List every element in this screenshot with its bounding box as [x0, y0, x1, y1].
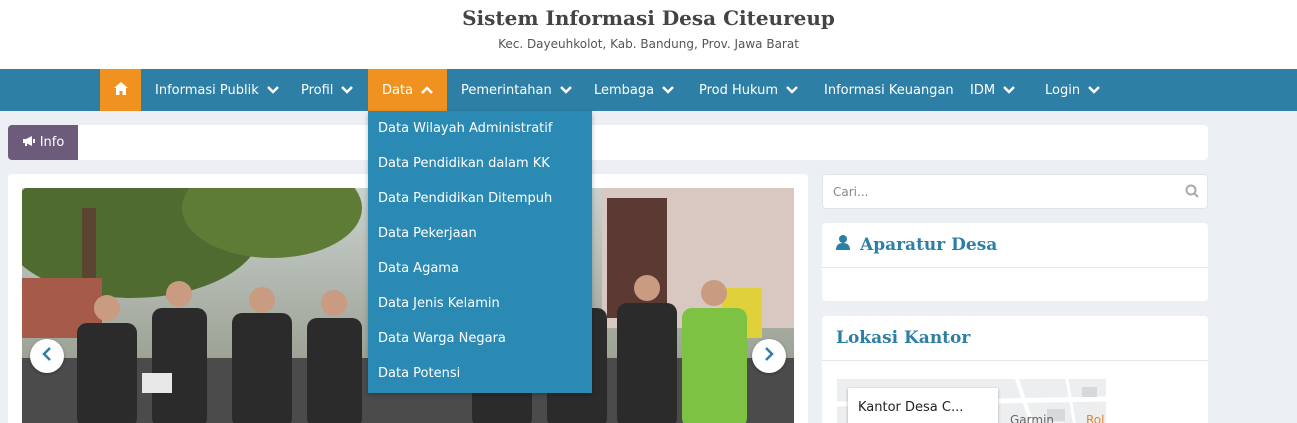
- nav-login[interactable]: Login: [1045, 69, 1100, 111]
- nav-profil[interactable]: Profil: [301, 69, 354, 111]
- dropdown-item-warga-negara[interactable]: Data Warga Negara: [378, 329, 506, 349]
- search-input[interactable]: [823, 175, 1173, 208]
- nav-prod-hukum[interactable]: Prod Hukum: [699, 69, 798, 111]
- map-road-label: Rol: [1086, 413, 1105, 423]
- dropdown-item-jenis-kelamin[interactable]: Data Jenis Kelamin: [378, 294, 500, 314]
- nav-informasi-keuangan[interactable]: Informasi Keuangan: [824, 69, 954, 111]
- lokasi-title: Lokasi Kantor: [836, 328, 971, 348]
- nav-pemerintahan[interactable]: Pemerintahan: [461, 69, 572, 111]
- info-label: Info: [39, 135, 65, 150]
- nav-label: Informasi Publik: [155, 82, 259, 98]
- dropdown-item-agama[interactable]: Data Agama: [378, 259, 459, 279]
- chevron-down-icon: [786, 86, 798, 94]
- chevron-down-icon: [1003, 86, 1015, 94]
- nav-lembaga[interactable]: Lembaga: [594, 69, 675, 111]
- site-title: Sistem Informasi Desa Citeureup: [462, 6, 835, 30]
- chevron-down-icon: [1088, 86, 1100, 94]
- nav-home-button[interactable]: [100, 69, 141, 111]
- map-card-title: Kantor Desa C...: [858, 400, 964, 415]
- info-ticker-bar: Info: [8, 125, 1208, 160]
- nav-label: Login: [1045, 82, 1081, 98]
- chevron-down-icon: [266, 86, 279, 94]
- nav-label: Prod Hukum: [699, 82, 779, 98]
- nav-label: Pemerintahan: [461, 82, 552, 98]
- search-box: [822, 174, 1208, 209]
- bullhorn-icon: [22, 135, 36, 151]
- chevron-down-icon: [559, 86, 572, 94]
- chevron-down-icon: [341, 86, 354, 94]
- dropdown-item-wilayah[interactable]: Data Wilayah Administratif: [378, 119, 552, 139]
- main-navbar: Informasi Publik Profil Data Pemerintaha…: [0, 69, 1297, 111]
- chevron-down-icon: [662, 86, 675, 94]
- chevron-left-icon: [42, 346, 52, 366]
- nav-label: Informasi Keuangan: [824, 82, 954, 98]
- search-icon[interactable]: [1185, 184, 1199, 203]
- nav-informasi-publik[interactable]: Informasi Publik: [155, 69, 279, 111]
- user-icon: [836, 235, 850, 255]
- nav-label: Profil: [301, 82, 334, 98]
- slider-next-button[interactable]: [752, 339, 786, 373]
- map-info-card[interactable]: Kantor Desa C...: [848, 388, 998, 423]
- nav-data[interactable]: Data: [368, 69, 447, 111]
- chevron-up-icon: [421, 86, 433, 94]
- divider: [822, 267, 1208, 268]
- dropdown-item-pendidikan-ditempuh[interactable]: Data Pendidikan Ditempuh: [378, 189, 552, 209]
- nav-idm[interactable]: IDM: [970, 69, 1015, 111]
- dropdown-item-pekerjaan[interactable]: Data Pekerjaan: [378, 224, 477, 244]
- dropdown-item-potensi[interactable]: Data Potensi: [378, 364, 460, 384]
- slider-prev-button[interactable]: [30, 339, 64, 373]
- divider: [822, 360, 1208, 361]
- nav-label: Data: [382, 82, 414, 98]
- home-icon: [113, 81, 128, 99]
- data-dropdown-menu: Data Wilayah Administratif Data Pendidik…: [368, 111, 592, 393]
- site-subtitle: Kec. Dayeuhkolot, Kab. Bandung, Prov. Ja…: [498, 37, 799, 51]
- chevron-right-icon: [764, 346, 774, 366]
- site-header: Sistem Informasi Desa Citeureup Kec. Day…: [0, 0, 1297, 69]
- aparatur-title: Aparatur Desa: [836, 223, 997, 267]
- nav-label: IDM: [970, 82, 996, 98]
- dropdown-item-pendidikan-kk[interactable]: Data Pendidikan dalam KK: [378, 154, 550, 174]
- aparatur-widget: Aparatur Desa: [822, 223, 1208, 301]
- aparatur-title-text: Aparatur Desa: [860, 235, 998, 255]
- nav-label: Lembaga: [594, 82, 655, 98]
- info-badge: Info: [8, 125, 78, 160]
- map-place-label: Garmin: [1010, 413, 1055, 423]
